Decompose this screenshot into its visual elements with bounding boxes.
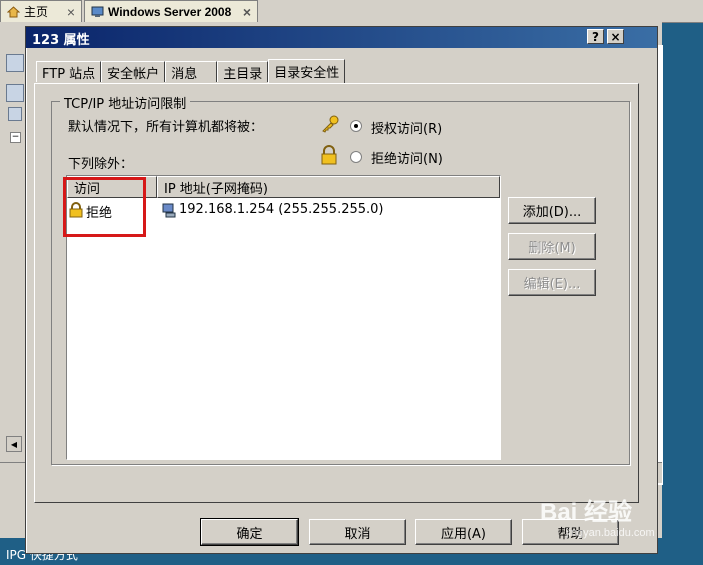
- edit-button[interactable]: 编辑(E)...: [508, 269, 596, 296]
- tab-ftp-site[interactable]: FTP 站点: [36, 61, 102, 82]
- row-ip: 192.168.1.254 (255.255.255.0): [179, 202, 384, 217]
- tab-home-directory[interactable]: 主目录: [217, 61, 269, 82]
- tab-home[interactable]: 主页 ×: [0, 0, 82, 22]
- except-label: 下列除外：: [68, 157, 134, 172]
- vm-icon: [91, 6, 104, 17]
- tab-directory-security[interactable]: 目录安全性: [268, 59, 346, 83]
- tab-security-accounts[interactable]: 安全帐户: [101, 61, 166, 82]
- tree-node-icon: [8, 107, 22, 121]
- tab-messages[interactable]: 消息: [165, 61, 218, 82]
- grant-access-label[interactable]: 授权访问(R): [371, 118, 442, 137]
- column-header-ip[interactable]: IP 地址(子网掩码): [157, 176, 500, 198]
- column-header-access[interactable]: 访问: [67, 176, 157, 198]
- dialog-title: 123 属性: [32, 33, 90, 48]
- grant-access-radio[interactable]: [350, 120, 362, 132]
- dialog-titlebar[interactable]: 123 属性 ? ×: [26, 27, 657, 48]
- browser-tab-bar: 主页 × Windows Server 2008 ×: [0, 0, 703, 23]
- computer-icon: [162, 203, 176, 218]
- help-title-button[interactable]: ?: [587, 29, 604, 44]
- apply-button[interactable]: 应用(A): [415, 519, 512, 545]
- remove-button[interactable]: 删除(M): [508, 233, 596, 260]
- group-title: TCP/IP 地址访问限制: [60, 93, 191, 112]
- ok-button[interactable]: 确定: [200, 518, 299, 546]
- key-icon: [322, 115, 339, 133]
- lock-icon: [69, 202, 83, 218]
- scroll-left-icon[interactable]: ◀: [6, 436, 22, 452]
- tab-strip: FTP 站点 安全帐户 消息 主目录 目录安全性: [36, 59, 346, 83]
- deny-access-label[interactable]: 拒绝访问(N): [371, 148, 443, 167]
- tab-label: 主页: [24, 5, 49, 19]
- cancel-button[interactable]: 取消: [309, 519, 406, 545]
- close-icon[interactable]: ×: [67, 4, 75, 20]
- baidu-watermark-url: jingyan.baidu.com: [566, 527, 655, 539]
- baidu-watermark: Bai 经验: [540, 499, 633, 526]
- close-icon[interactable]: ×: [243, 4, 251, 20]
- list-item[interactable]: 拒绝 192.168.1.254 (255.255.255.0): [69, 202, 498, 221]
- tab-windows-server[interactable]: Windows Server 2008 ×: [84, 0, 258, 22]
- properties-dialog: 123 属性 ? × FTP 站点 安全帐户 消息 主目录 目录安全性 TCP/…: [25, 26, 658, 554]
- add-button[interactable]: 添加(D)...: [508, 197, 596, 224]
- radio-dot: [354, 124, 358, 128]
- deny-access-radio[interactable]: [350, 151, 362, 163]
- tab-label: Windows Server 2008: [108, 4, 232, 19]
- close-title-button[interactable]: ×: [607, 29, 624, 44]
- lock-icon: [321, 145, 337, 165]
- back-arrow-icon[interactable]: [6, 84, 24, 102]
- tree-expander-icon[interactable]: −: [10, 132, 21, 143]
- console-icon: [6, 54, 24, 72]
- exception-list[interactable]: 访问 IP 地址(子网掩码) 拒绝 192.168.1.254 (255.255…: [66, 175, 501, 460]
- default-text: 默认情况下，所有计算机都将被：: [68, 120, 264, 135]
- row-access: 拒绝: [86, 206, 113, 221]
- home-icon: [7, 5, 20, 17]
